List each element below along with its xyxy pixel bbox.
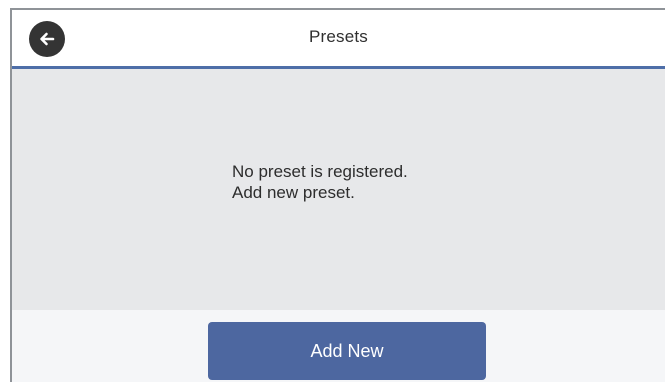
presets-screen: Presets No preset is registered. Add new… xyxy=(10,8,665,382)
empty-message-line-2: Add new preset. xyxy=(232,183,355,202)
page-title: Presets xyxy=(308,27,369,46)
empty-message: No preset is registered. Add new preset. xyxy=(232,161,408,203)
empty-message-line-1: No preset is registered. xyxy=(232,162,408,181)
add-new-button[interactable]: Add New xyxy=(208,322,486,380)
content-area: No preset is registered. Add new preset. xyxy=(12,69,665,310)
header-bar: Presets xyxy=(12,10,665,66)
footer-bar: Add New xyxy=(12,310,665,382)
